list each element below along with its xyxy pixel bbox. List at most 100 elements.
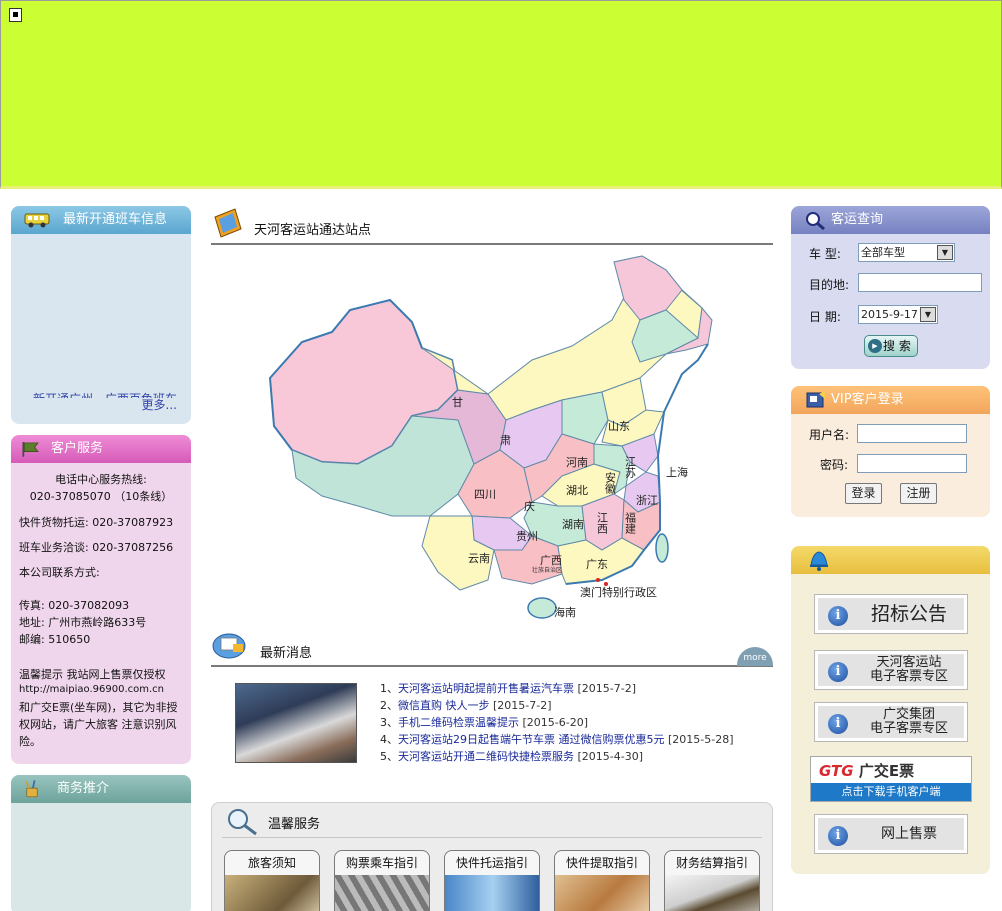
china-route-map[interactable]: 甘 肃 山东 江苏 上海 河南 安徽 四川 庆 湖北 浙江 湖南 江西 福建 贵…: [262, 250, 720, 628]
news-list: 1、天河客运站明起提前开售暑运汽车票 [2015-7-2] 2、微信直购 快人一…: [380, 680, 780, 765]
address: 地址: 广州市燕岭路633号: [19, 616, 147, 629]
news-link[interactable]: 微信直购 快人一步: [398, 699, 490, 712]
map-label-jiangsu: 江苏: [624, 456, 637, 479]
customer-service-panel: 客户服务 电话中心服务热线: 020-37085070 （10条线） 快件货物托…: [11, 435, 191, 764]
business-panel: 商务推介: [11, 775, 191, 911]
password-label: 密码:: [820, 458, 849, 472]
gtg-logo: GTG: [819, 762, 854, 780]
map-label-chongqing: 庆: [524, 499, 535, 513]
news-date: [2015-4-30]: [577, 750, 644, 763]
login-button[interactable]: 登录: [845, 483, 882, 504]
transport-query-title: 客运查询: [831, 212, 884, 227]
notice-panel: i 招标公告 i 天河客运站 电子客票专区 i 广交集团 电子客票专区 GTG …: [791, 546, 990, 874]
business-header: 商务推介: [11, 775, 191, 803]
latest-routes-header: 最新开通班车信息: [11, 206, 191, 234]
warm-service-panel: 温馨服务 旅客须知 购票乘车指引 快件托运指引 快件提取指引 财务结算指引: [211, 802, 773, 911]
news-link[interactable]: 天河客运站29日起售端午节车票 通过微信购票优惠5元: [398, 733, 665, 746]
news-item: 5、天河客运站开通二维码快捷检票服务 [2015-4-30]: [380, 750, 644, 763]
news-more-button[interactable]: more: [737, 647, 773, 666]
map-label-yunnan: 云南: [468, 552, 490, 565]
gtg-name: 广交E票: [858, 762, 915, 780]
map-label-shanghai: 上海: [666, 465, 688, 479]
gtg-download-text: 点击下载手机客户端: [811, 783, 971, 801]
news-date: [2015-6-20]: [522, 716, 589, 729]
tender-notice-button[interactable]: i 招标公告: [814, 594, 968, 634]
map-book-icon: [214, 208, 242, 238]
warm-service-title: 温馨服务: [268, 817, 321, 832]
news-date: [2015-5-28]: [668, 733, 734, 746]
warm-service-rule: [222, 837, 762, 838]
stations-rule: [211, 243, 773, 245]
hotline-label: 电话中心服务热线:: [55, 473, 147, 486]
tab-image: [335, 875, 429, 911]
latest-routes-title: 最新开通班车信息: [63, 212, 168, 227]
news-item: 3、手机二维码检票温馨提示 [2015-6-20]: [380, 716, 589, 729]
map-label-macau: 澳门特别行政区: [580, 585, 657, 599]
business-phone: 班车业务洽谈: 020-37087256: [19, 541, 174, 554]
online-ticket-button[interactable]: i 网上售票: [814, 814, 968, 854]
map-label-hunan: 湖南: [562, 518, 584, 531]
tab-image: [225, 875, 319, 911]
tab-express-consign[interactable]: 快件托运指引: [444, 850, 540, 911]
vip-login-header: VIP客户登录: [791, 386, 990, 414]
map-marker-guangzhou[interactable]: [596, 578, 600, 582]
tab-passenger-notice[interactable]: 旅客须知: [224, 850, 320, 911]
map-label-guizhou: 贵州: [516, 530, 538, 543]
info-icon: i: [828, 606, 848, 626]
vip-login-title: VIP客户登录: [831, 392, 904, 407]
news-rule: [211, 665, 773, 667]
page: 最新开通班车信息 新开通广州—广西百色班车 更多... 客户服务 电话中心服务热…: [0, 0, 1002, 911]
transport-query-header: 客运查询: [791, 206, 990, 234]
map-label-guangxi-sub: 壮族自治区: [532, 566, 562, 574]
bell-icon: [810, 551, 828, 571]
notice-header: [791, 546, 990, 574]
news-link[interactable]: 手机二维码检票温馨提示: [398, 716, 519, 729]
news-link[interactable]: 天河客运站明起提前开售暑运汽车票: [398, 682, 574, 695]
map-label-sichuan: 四川: [474, 488, 496, 501]
magnifier-icon: [228, 809, 257, 836]
map-label-guangxi: 广西: [540, 554, 562, 567]
vip-login-panel: VIP客户登录 用户名: 密码: 登录 注册: [791, 386, 990, 517]
map-label-anhui: 安徽: [604, 471, 617, 495]
hotline-number: 020-37085070 （10条线）: [29, 490, 173, 503]
password-input[interactable]: [857, 454, 967, 473]
news-date: [2015-7-2]: [577, 682, 637, 695]
map-label-gan: 甘: [452, 396, 463, 409]
vehicle-type-label: 车 型:: [809, 247, 841, 261]
vehicle-type-select[interactable]: 全部车型 ▼: [858, 243, 955, 262]
top-banner: [0, 0, 1002, 189]
tab-image: [445, 875, 539, 911]
contact-label: 本公司联系方式:: [19, 566, 100, 579]
chevron-down-icon: ▼: [937, 245, 953, 260]
search-button[interactable]: 搜 索: [864, 335, 918, 357]
search-icon: [806, 212, 825, 230]
map-label-hainan: 海南: [554, 605, 576, 619]
username-input[interactable]: [857, 424, 967, 443]
routes-more-link[interactable]: 更多...: [142, 396, 177, 413]
tab-image: [665, 875, 759, 911]
cargo-phone: 快件货物托运: 020-37087923: [19, 516, 174, 529]
map-label-henan: 河南: [566, 456, 588, 469]
map-label-fujian: 福建: [624, 511, 637, 535]
gtg-app-download-banner[interactable]: GTG 广交E票 点击下载手机客户端: [810, 756, 972, 802]
chevron-down-icon: ▼: [920, 307, 936, 322]
username-label: 用户名:: [809, 428, 850, 442]
register-button[interactable]: 注册: [900, 483, 937, 504]
destination-input[interactable]: [858, 273, 982, 292]
tab-finance-guide[interactable]: 财务结算指引: [664, 850, 760, 911]
tianhe-eticket-button[interactable]: i 天河客运站 电子客票专区: [814, 650, 968, 690]
date-select[interactable]: 2015-9-17 ▼: [858, 305, 938, 324]
news-photo: [235, 683, 357, 763]
news-date: [2015-7-2]: [493, 699, 552, 712]
gtg-eticket-button[interactable]: i 广交集团 电子客票专区: [814, 702, 968, 742]
news-link[interactable]: 天河客运站开通二维码快捷检票服务: [398, 750, 574, 763]
bus-icon: [24, 213, 50, 228]
tab-express-pickup[interactable]: 快件提取指引: [554, 850, 650, 911]
latest-routes-panel: 最新开通班车信息 新开通广州—广西百色班车 更多...: [11, 206, 191, 424]
map-marker-shenzhen[interactable]: [604, 582, 608, 586]
info-icon: i: [828, 662, 848, 682]
tab-ticket-guide[interactable]: 购票乘车指引: [334, 850, 430, 911]
tip-line-2: 和广交E票(坐车网)，其它为非授权网站，请广大旅客 注意识别风险。: [19, 701, 178, 748]
postcode: 邮编: 510650: [19, 633, 91, 646]
customer-service-header: 客户服务: [11, 435, 191, 463]
